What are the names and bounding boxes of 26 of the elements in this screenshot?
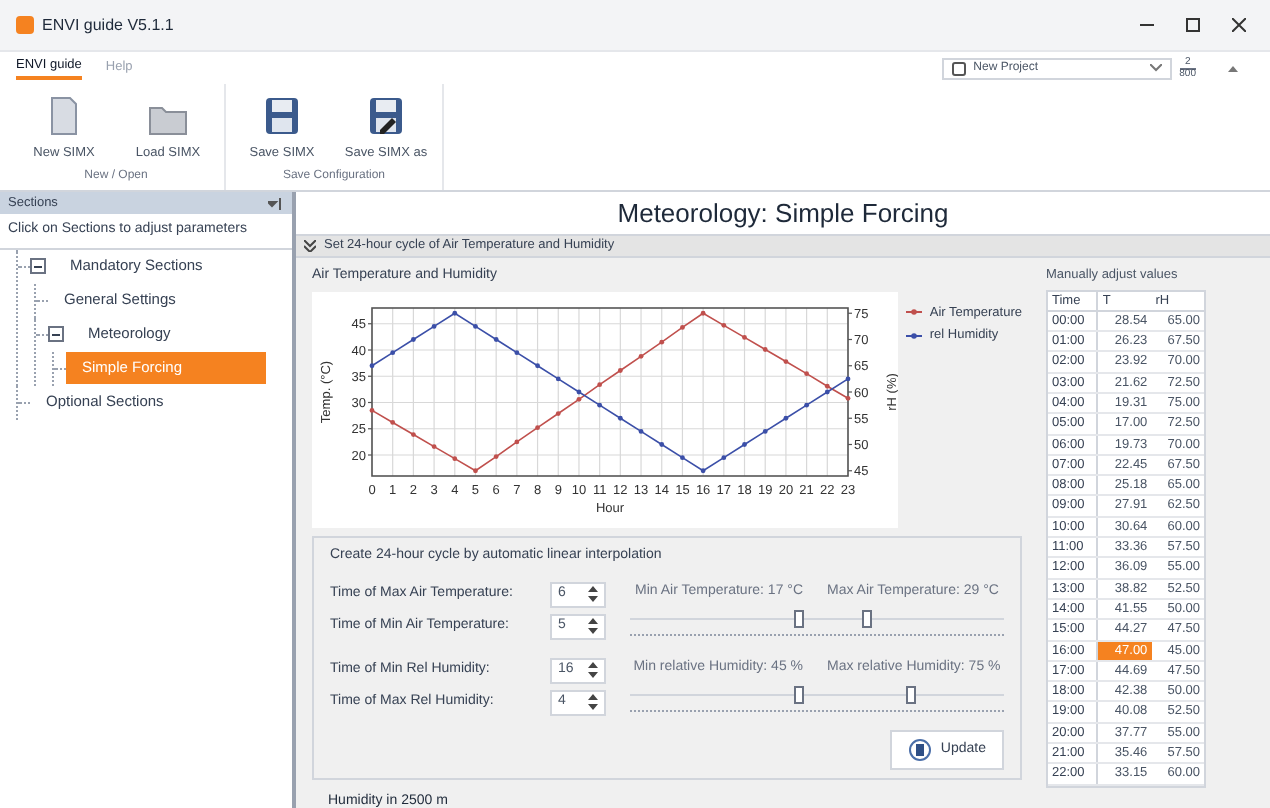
collapse-ribbon-icon[interactable] [1228, 64, 1238, 72]
chevron-down-icon [1149, 64, 1162, 72]
pin-icon[interactable] [268, 197, 284, 209]
maximize-icon[interactable] [1186, 18, 1200, 32]
slider-thumb[interactable] [906, 685, 917, 703]
project-icon [951, 61, 966, 75]
floppy-disk-pencil-icon [368, 96, 404, 137]
legend-marker-icon [905, 332, 922, 341]
collapse-toggle[interactable] [30, 258, 46, 274]
window-title: ENVI guide V5.1.1 [42, 13, 174, 37]
slider-thumb[interactable] [794, 609, 805, 627]
legend-marker-icon [905, 308, 922, 317]
spin-arrows-icon [588, 662, 598, 678]
collapse-toggle[interactable] [48, 326, 64, 342]
folder-icon [148, 104, 188, 137]
slider-thumb[interactable] [794, 685, 805, 703]
app-logo-icon [16, 16, 34, 34]
slider-thumb[interactable] [861, 609, 872, 627]
document-icon [50, 96, 78, 137]
left-axis-ticks [367, 322, 373, 455]
spin-arrows-icon [588, 618, 598, 634]
close-icon[interactable] [1232, 18, 1246, 32]
page-title: Meteorology: Simple Forcing [617, 195, 949, 232]
minimize-icon[interactable] [1140, 23, 1154, 27]
spin-arrows-icon [588, 694, 598, 710]
spin-arrows-icon [588, 586, 598, 602]
